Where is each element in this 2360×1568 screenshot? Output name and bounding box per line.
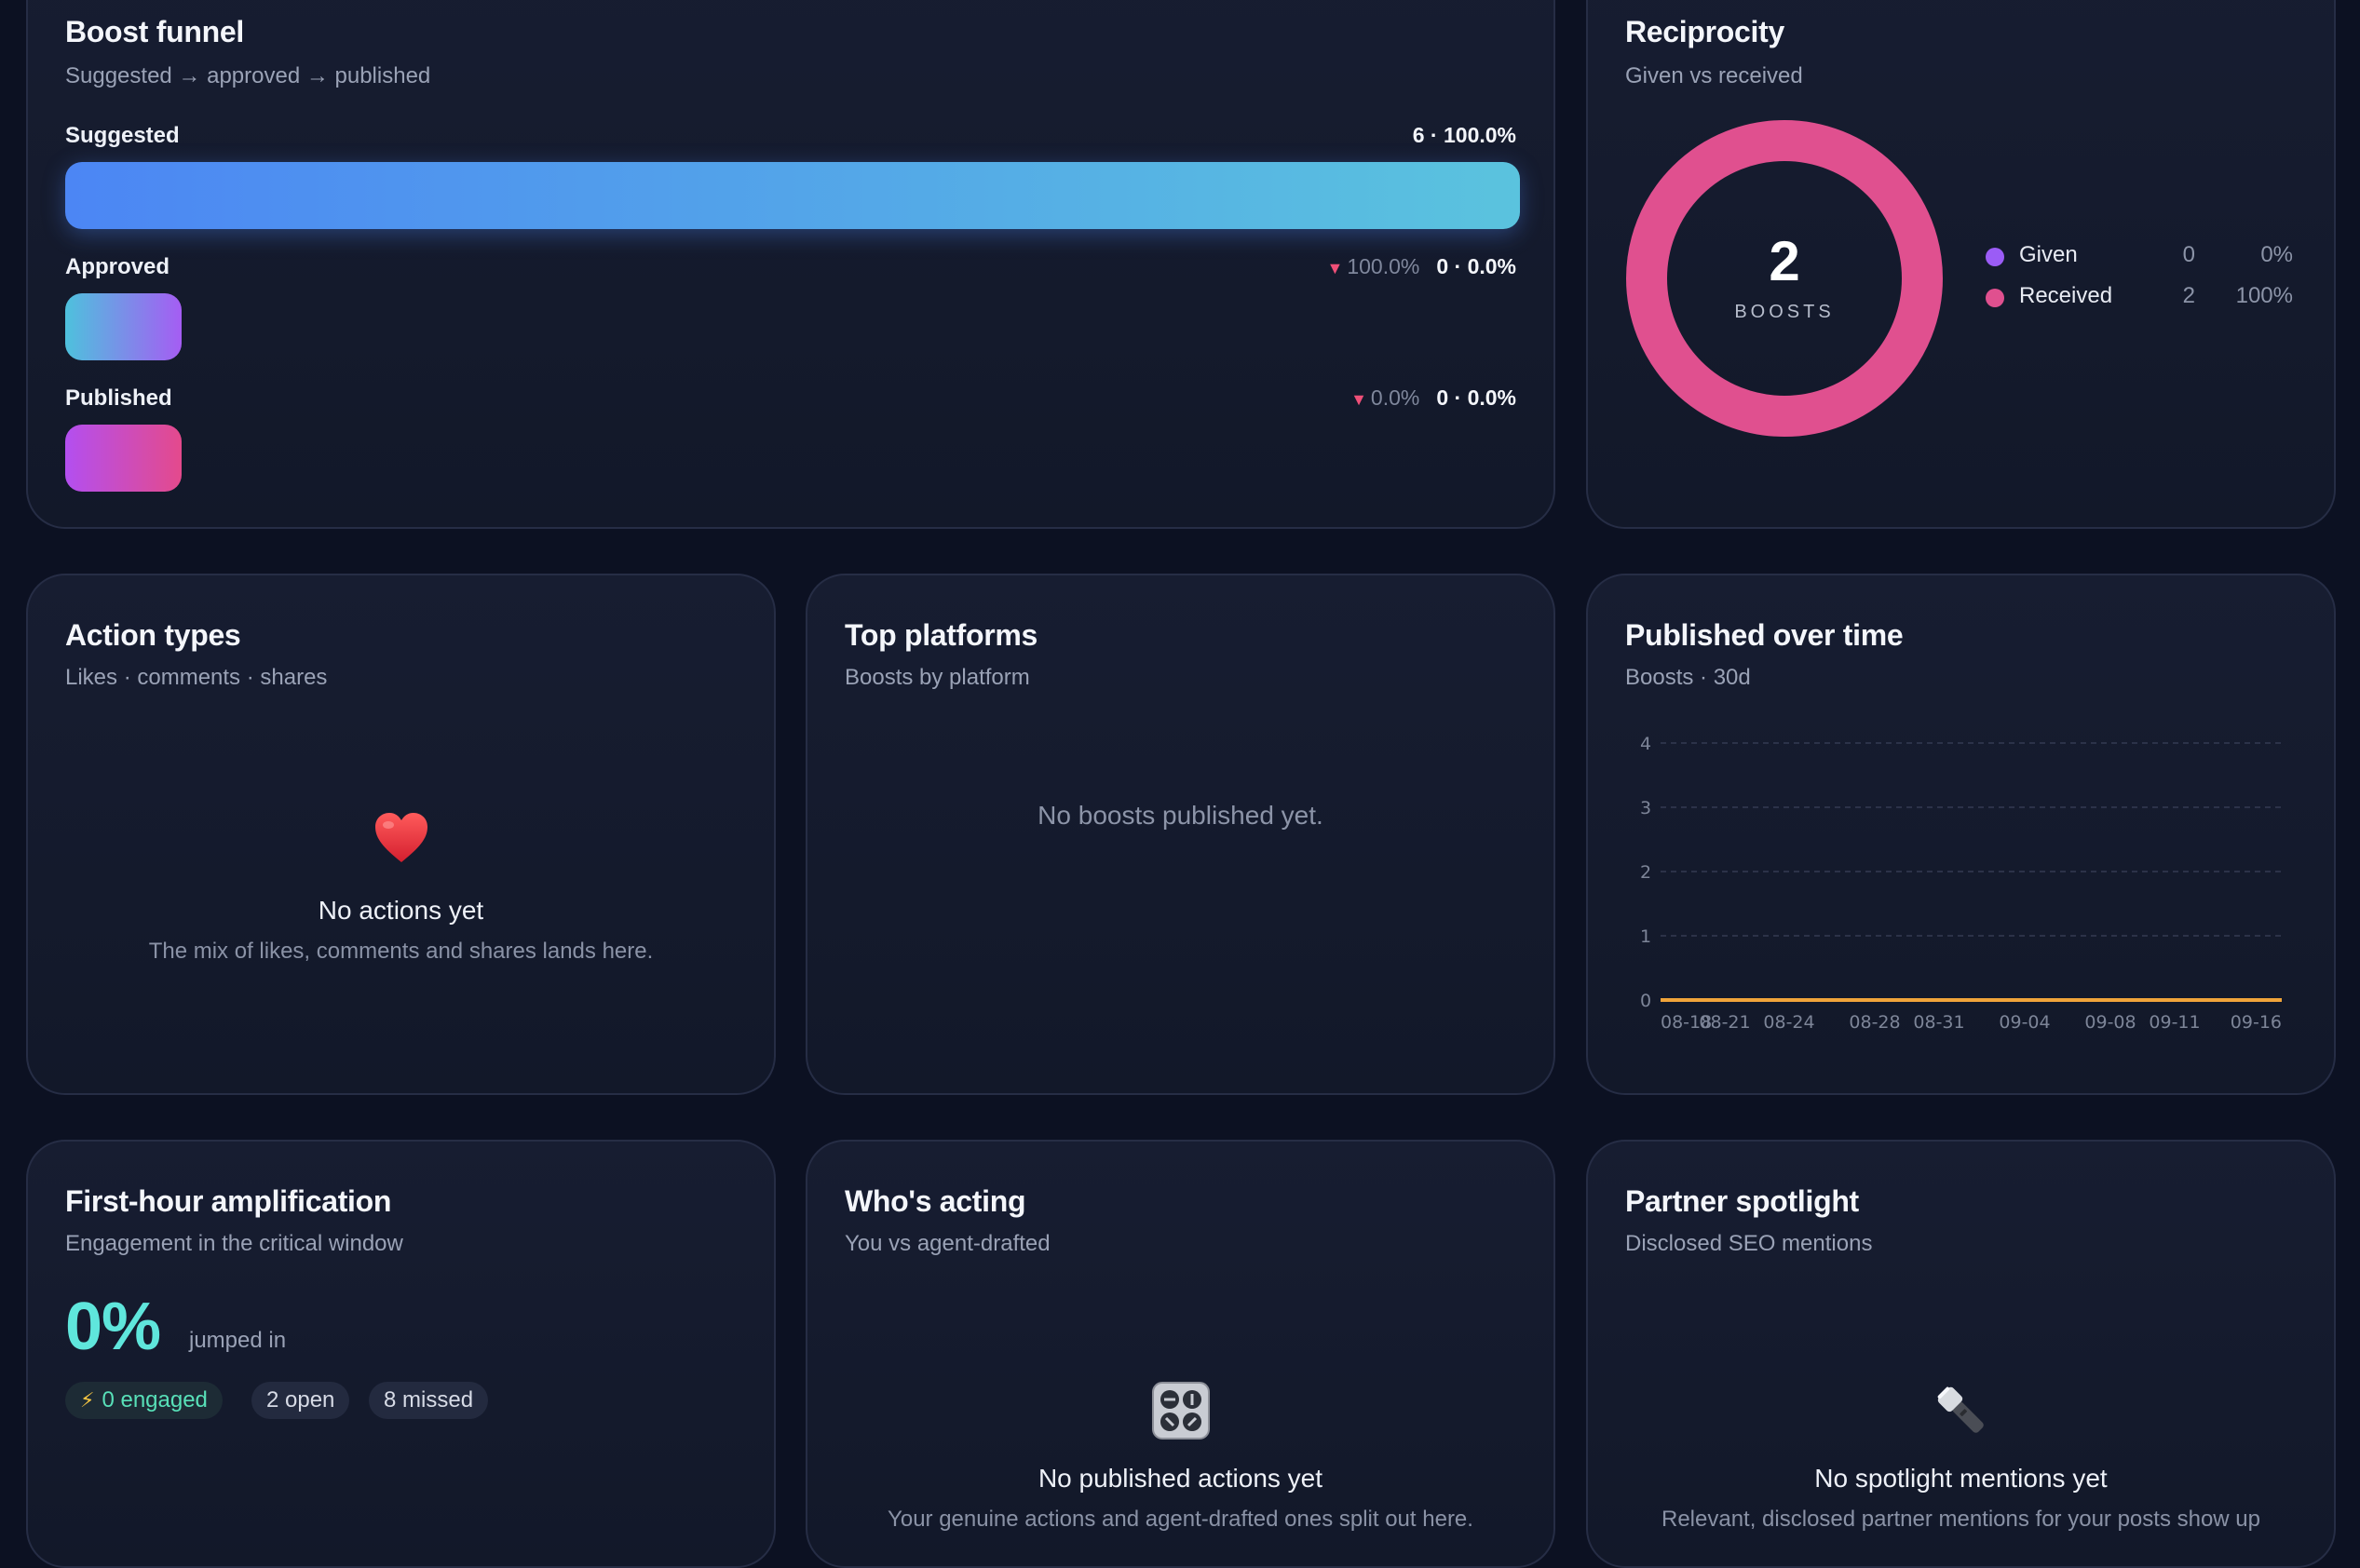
card-subtitle: You vs agent-drafted (845, 1231, 1051, 1256)
funnel-stage-count: 0 · 0.0% (1436, 254, 1516, 278)
card-title: Reciprocity (1625, 15, 1784, 48)
empty-state-title: No published actions yet (1038, 1464, 1323, 1493)
card-title: Who's acting (845, 1184, 1026, 1218)
funnel-drop-rate: ▼ 0.0% (1350, 385, 1420, 410)
x-tick-label: 08-31 (1913, 1012, 1964, 1033)
jumped-in-value: 0% (65, 1290, 161, 1364)
heart-icon (28, 812, 774, 869)
card-subtitle: Boosts by platform (845, 665, 1030, 690)
funnel-drop-rate: ▼ 100.0% (1326, 254, 1420, 278)
funnel-bar-published (65, 425, 182, 492)
legend-name: Given (2019, 242, 2078, 267)
x-tick-label: 08-28 (1849, 1012, 1900, 1033)
funnel-stage-count: 6 · 100.0% (1412, 123, 1516, 147)
funnel-stage-label: Published (65, 385, 172, 411)
funnel-stage-stats: 6 · 100.0% (1413, 123, 1516, 148)
action-types-card: Action types Likes · comments · shares N… (26, 574, 776, 1095)
down-triangle-icon: ▼ (1326, 259, 1344, 277)
y-tick-label: 2 (1640, 862, 1651, 883)
jumped-in-caption: jumped in (189, 1328, 287, 1353)
legend-percent: 100% (2235, 283, 2293, 308)
card-title: Action types (65, 618, 241, 652)
empty-state-title: No spotlight mentions yet (1814, 1464, 2108, 1493)
first-hour-card: First-hour amplification Engagement in t… (26, 1140, 776, 1568)
boost-funnel-card: Boost funnel Suggested → approved → publ… (26, 0, 1555, 529)
legend-percent: 0% (2260, 242, 2293, 267)
y-tick-label: 1 (1640, 926, 1651, 947)
x-tick-label: 09-08 (2084, 1012, 2136, 1033)
empty-state-text: Relevant, disclosed partner mentions for… (1661, 1507, 2260, 1532)
open-pill: 2 open (251, 1382, 350, 1419)
empty-state-text: The mix of likes, comments and shares la… (148, 939, 654, 964)
empty-state-text: Your genuine actions and agent-drafted o… (888, 1507, 1473, 1532)
published-line-chart: 0123408-1808-21 08-24 08-28 08-31 09-04 09-08… (1640, 734, 2282, 1033)
card-title: Top platforms (845, 618, 1038, 652)
y-tick-label: 3 (1640, 798, 1651, 818)
funnel-stage-stats: ▼ 100.0% 0 · 0.0% (1327, 254, 1517, 279)
funnel-stage-count: 0 · 0.0% (1436, 385, 1516, 410)
card-subtitle: Disclosed SEO mentions (1625, 1231, 1873, 1256)
down-triangle-icon: ▼ (1350, 390, 1367, 409)
x-tick-label: 09-04 (1999, 1012, 2050, 1033)
top-platforms-card: Top platforms Boosts by platform No boos… (806, 574, 1555, 1095)
engaged-count: 0 engaged (102, 1387, 208, 1413)
x-tick-label: 09-11 (2149, 1012, 2200, 1033)
card-title: Boost funnel (65, 15, 244, 48)
x-tick-label: 08-24 (1763, 1012, 1814, 1033)
card-subtitle: Given vs received (1625, 63, 1803, 88)
funnel-bar-approved (65, 293, 182, 360)
funnel-stage-label: Suggested (65, 123, 180, 148)
whos-acting-card: Who's acting You vs agent-drafted No pub… (806, 1140, 1555, 1568)
card-subtitle: Engagement in the critical window (65, 1231, 403, 1256)
card-title: First-hour amplification (65, 1184, 392, 1218)
x-tick-label: 08-21 (1699, 1012, 1750, 1033)
lightning-icon: ⚡ (80, 1388, 95, 1412)
missed-pill: 8 missed (369, 1382, 489, 1419)
control-knobs-icon (807, 1382, 1553, 1444)
received-dot-icon (1986, 289, 2004, 307)
flashlight-icon (1588, 1382, 2334, 1444)
donut-total: 2 (1769, 230, 1800, 292)
y-tick-label: 0 (1640, 991, 1651, 1011)
funnel-stage-stats: ▼ 0.0% 0 · 0.0% (1350, 385, 1516, 411)
card-title: Partner spotlight (1625, 1184, 1859, 1218)
missed-count: 8 missed (384, 1387, 474, 1413)
open-count: 2 open (266, 1387, 335, 1413)
y-tick-label: 4 (1640, 734, 1651, 754)
given-dot-icon (1986, 248, 2004, 266)
x-tick-label: 09-16 (2231, 1012, 2282, 1033)
legend-value: 2 (2182, 283, 2195, 308)
donut-total-label: BOOSTS (1734, 302, 1835, 322)
legend-value: 0 (2182, 242, 2195, 267)
published-over-time-card: Published over time Boosts · 30d 0 1 2 3 4 08… (1586, 574, 2336, 1095)
card-subtitle: Likes · comments · shares (65, 665, 328, 690)
card-subtitle: Suggested → approved → published (65, 63, 431, 88)
engaged-pill: ⚡ 0 engaged (65, 1382, 223, 1419)
empty-state-title: No actions yet (318, 896, 484, 925)
funnel-stage-label: Approved (65, 254, 170, 279)
empty-state-text: No boosts published yet. (1038, 801, 1323, 830)
partner-spotlight-card: Partner spotlight Disclosed SEO mentions… (1586, 1140, 2336, 1568)
reciprocity-card: Reciprocity Given vs received 2 BOOSTS G… (1586, 0, 2336, 529)
funnel-bar-suggested (65, 162, 1520, 229)
legend-name: Received (2019, 283, 2113, 308)
